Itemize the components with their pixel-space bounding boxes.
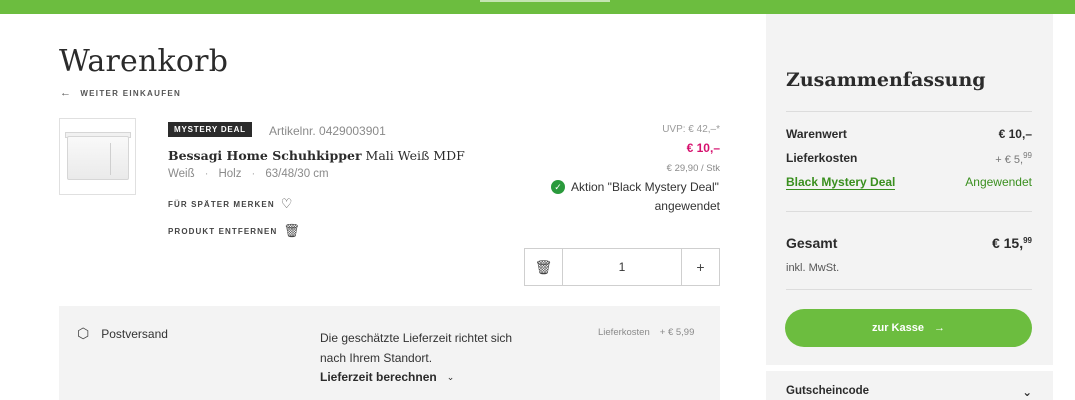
right-gutter	[1053, 14, 1075, 400]
shipping-value-main: + € 5,	[995, 154, 1024, 166]
total-value: € 15,99	[992, 235, 1032, 251]
summary-divider	[786, 111, 1032, 112]
variant-color: Weiß	[168, 168, 195, 180]
deal-price: € 10,–	[686, 141, 720, 155]
calculate-delivery-button[interactable]: Lieferzeit berechnen ⌄	[320, 370, 454, 384]
checkout-button[interactable]: zur Kasse →	[785, 309, 1032, 347]
product-variant: Weiß · Holz · 63/48/30 cm	[168, 168, 329, 180]
arrow-left-icon: ←	[60, 87, 73, 99]
shipping-cost: Lieferkosten + € 5,99	[598, 327, 694, 338]
chevron-down-icon: ⌄	[1022, 387, 1032, 399]
calculate-delivery-label: Lieferzeit berechnen	[320, 370, 437, 384]
summary-total: Gesamt € 15,99	[786, 235, 1032, 251]
shipping-box: ⬡ Postversand Die geschätzte Lieferzeit …	[59, 306, 720, 400]
shipping-method: ⬡ Postversand	[77, 325, 168, 342]
remove-product-label: PRODUKT ENTFERNEN	[168, 226, 278, 236]
goods-value: € 10,–	[998, 127, 1032, 141]
tax-note: inkl. MwSt.	[786, 262, 840, 274]
product-brand-name: Bessagi Home Schuhkipper	[168, 148, 362, 163]
trash-icon: 🗑	[534, 258, 553, 275]
variant-size: 63/48/30 cm	[265, 168, 329, 180]
shipping-cost-label: Lieferkosten	[598, 327, 650, 338]
save-for-later-button[interactable]: FÜR SPÄTER MERKEN ♡	[168, 196, 292, 212]
deal-link[interactable]: Black Mystery Deal	[786, 175, 896, 190]
goods-value-label: Warenwert	[786, 127, 847, 141]
deal-status: Angewendet	[965, 175, 1032, 189]
checkout-label: zur Kasse	[872, 322, 924, 334]
coupon-toggle[interactable]: Gutscheincode ⌄	[786, 385, 1032, 399]
top-bar	[0, 0, 1075, 14]
quantity-delete-button[interactable]: 🗑	[525, 249, 563, 285]
shipping-label: Lieferkosten	[786, 151, 858, 165]
variant-material: Holz	[218, 168, 242, 180]
check-circle-icon: ✓	[551, 180, 565, 194]
product-image[interactable]	[59, 118, 136, 195]
coupon-label: Gutscheincode	[786, 385, 870, 397]
summary-row-deal: Black Mystery Deal Angewendet	[786, 175, 1032, 190]
chevron-down-icon: ⌄	[446, 371, 455, 382]
product-name[interactable]: Bessagi Home Schuhkipper Mali Weiß MDF	[168, 148, 465, 163]
cabinet-door-line	[110, 143, 111, 175]
continue-shopping-label: WEITER EINKAUFEN	[80, 88, 182, 98]
quantity-increase-button[interactable]: +	[681, 249, 719, 285]
article-number: Artikelnr. 0429003901	[269, 124, 386, 138]
save-for-later-label: FÜR SPÄTER MERKEN	[168, 199, 275, 209]
cabinet-body	[67, 136, 129, 180]
shipping-cost-value: + € 5,99	[659, 327, 695, 338]
shipping-value-cents: 99	[1023, 151, 1032, 160]
summary-row-shipping: Lieferkosten + € 5,99	[786, 151, 1032, 166]
summary-divider	[786, 289, 1032, 290]
summary-title: Zusammenfassung	[786, 69, 986, 91]
promotion-text: Aktion "Black Mystery Deal"	[571, 180, 719, 194]
trash-icon: 🗑	[283, 223, 300, 238]
package-icon: ⬡	[77, 325, 90, 341]
total-value-cents: 99	[1023, 236, 1032, 245]
uvp-price: UVP: € 42,–*	[662, 124, 720, 135]
promotion-applied-text: angewendet	[654, 199, 720, 213]
remove-product-button[interactable]: PRODUKT ENTFERNEN 🗑	[168, 223, 300, 239]
total-value-main: € 15,	[991, 235, 1024, 251]
summary-row-goods: Warenwert € 10,–	[786, 127, 1032, 141]
top-bar-indicator	[480, 0, 610, 2]
mystery-deal-badge: MYSTERY DEAL	[168, 122, 252, 137]
quantity-stepper: 🗑 1 +	[524, 248, 720, 286]
arrow-right-icon: →	[933, 322, 945, 334]
continue-shopping-link[interactable]: ← WEITER EINKAUFEN	[60, 87, 181, 99]
summary-divider	[786, 211, 1032, 212]
promotion-status: ✓ Aktion "Black Mystery Deal"	[551, 180, 719, 194]
unit-price: € 29,90 / Stk	[666, 163, 720, 174]
product-model-name: Mali Weiß MDF	[365, 148, 465, 163]
shipping-value: + € 5,99	[995, 151, 1032, 166]
total-label: Gesamt	[786, 235, 838, 251]
shipping-description: Die geschätzte Lieferzeit richtet sich n…	[320, 331, 513, 365]
shipping-method-label: Postversand	[101, 326, 168, 341]
variant-separator: ·	[204, 168, 209, 180]
quantity-value[interactable]: 1	[563, 249, 681, 285]
variant-separator: ·	[251, 168, 256, 180]
page-title: Warenkorb	[59, 44, 229, 79]
heart-icon: ♡	[280, 196, 293, 211]
